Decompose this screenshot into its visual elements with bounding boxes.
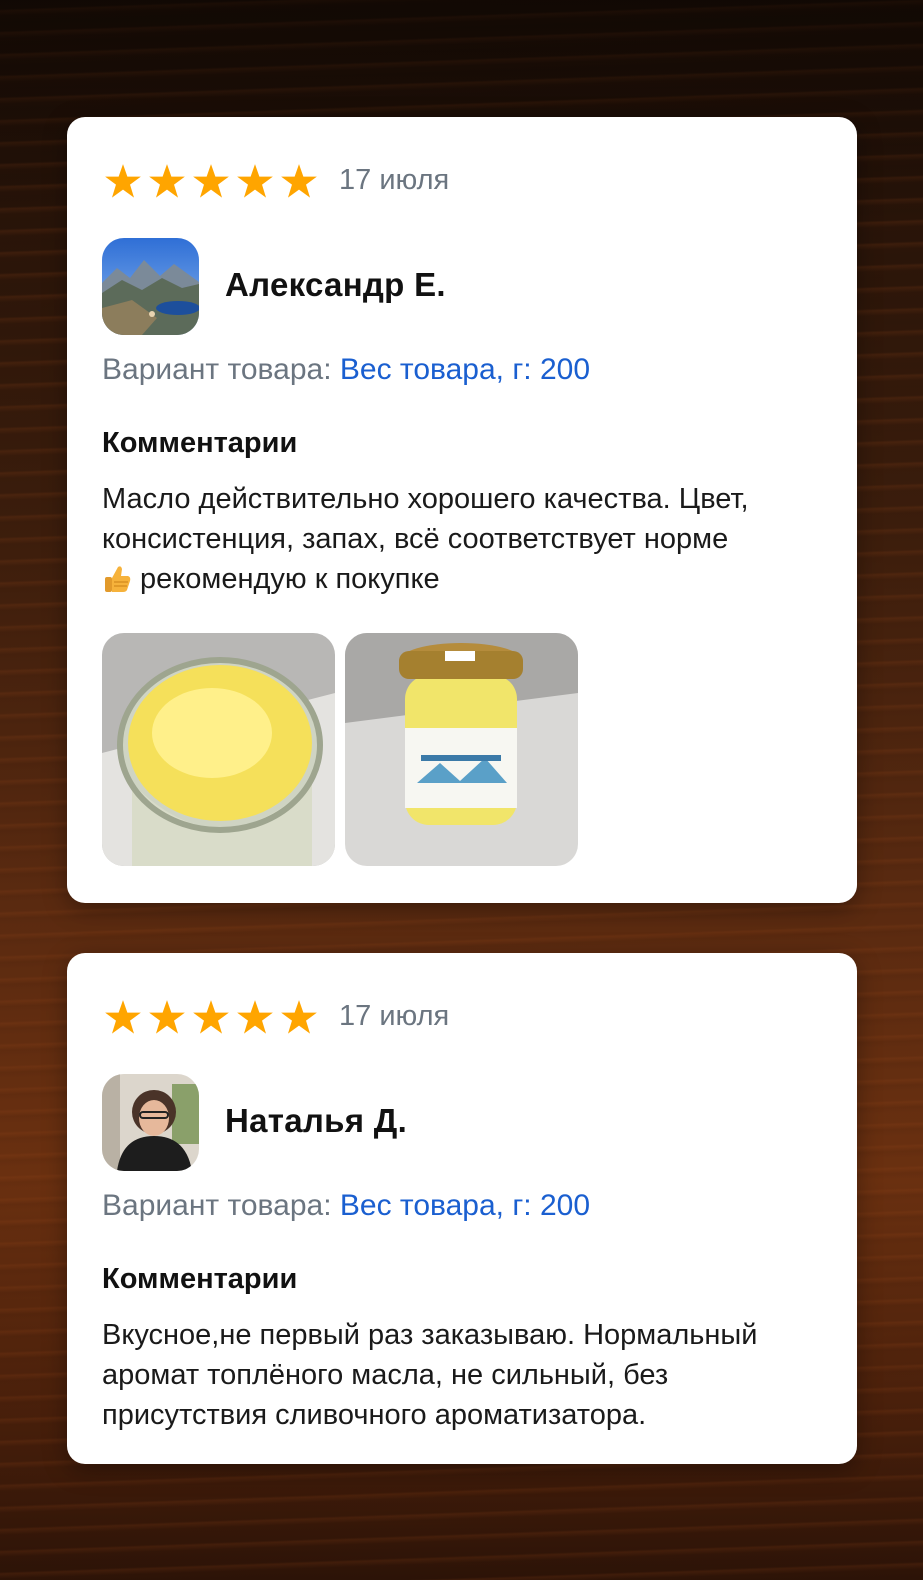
comment-recommend: рекомендую к покупке [140,563,440,595]
rating-stars [104,999,318,1037]
avatar[interactable] [102,1074,199,1171]
author-name: Александр Е. [225,266,446,303]
star-icon [237,164,273,198]
variant-value-link[interactable]: Вес товара, г: 200 [340,353,590,386]
avatar[interactable] [102,238,199,335]
star-icon [237,1000,273,1034]
comment-heading: Комментарии [102,427,298,459]
review-date: 17 июля [339,164,450,196]
product-variant: Вариант товара: Вес товара, г: 200 [102,353,590,387]
review-date: 17 июля [339,1000,450,1032]
star-icon [193,1000,229,1034]
product-variant: Вариант товара: Вес товара, г: 200 [102,1189,590,1223]
comment-text: Вкусное,не первый раз заказываю. Нормаль… [102,1319,758,1431]
star-icon [149,164,185,198]
review-photo[interactable] [102,633,335,866]
star-icon [281,164,317,198]
comment-body: Масло действительно хорошего качества. Ц… [102,483,749,555]
review-card: 17 июля Александр Е. Вариант товара: Вес… [67,117,857,903]
comment-heading: Комментарии [102,1263,298,1295]
star-icon [105,164,141,198]
author-name: Наталья Д. [225,1102,408,1139]
thumbs-up-icon [105,566,131,592]
review-photos [102,633,578,866]
variant-label: Вариант товара: [102,1189,332,1222]
comment-text: Масло действительно хорошего качества. Ц… [102,479,832,599]
star-icon [149,1000,185,1034]
variant-label: Вариант товара: [102,353,332,386]
star-icon [281,1000,317,1034]
star-icon [193,164,229,198]
review-card: 17 июля Наталья Д. Вариант товара: Вес т… [67,953,857,1464]
variant-value-link[interactable]: Вес товара, г: 200 [340,1189,590,1222]
review-photo[interactable] [345,633,578,866]
star-icon [105,1000,141,1034]
rating-stars [104,163,318,201]
